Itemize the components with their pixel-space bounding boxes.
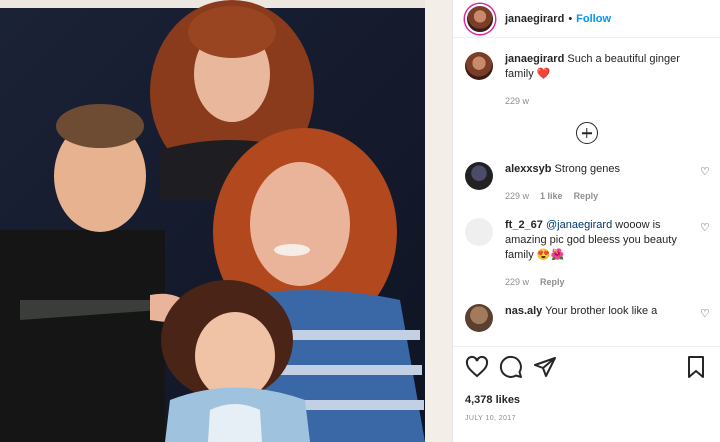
comment-username[interactable]: ft_2_67	[505, 219, 543, 231]
caption-avatar[interactable]	[465, 52, 493, 80]
like-count[interactable]: 4,378 likes	[465, 394, 520, 406]
author-avatar[interactable]	[465, 3, 495, 34]
caption-username[interactable]: janaegirard	[505, 53, 564, 65]
reply-button[interactable]: Reply	[574, 191, 599, 201]
heart-emoji: ❤️	[536, 68, 551, 80]
follow-button[interactable]: Follow	[576, 13, 611, 25]
post-date[interactable]: JULY 10, 2017	[465, 415, 516, 422]
comment-username[interactable]: nas.aly	[505, 305, 542, 317]
comment-item: alexxsyb Strong genes 229 w 1 like Reply…	[453, 162, 720, 201]
reply-button[interactable]: Reply	[540, 277, 565, 287]
comment-item: ft_2_67 @janaegirard wooow is amazing pi…	[453, 218, 720, 287]
share-icon[interactable]	[533, 355, 557, 379]
heart-icon[interactable]: ♡	[700, 166, 712, 178]
post-side-panel: janaegirard • Follow janaegirard Such a …	[452, 0, 720, 442]
heart-icon[interactable]: ♡	[700, 222, 712, 234]
comment-mention[interactable]: @janaegirard	[546, 219, 612, 231]
commenter-avatar[interactable]	[465, 218, 493, 246]
commenter-avatar[interactable]	[465, 304, 493, 332]
plus-circle-icon[interactable]	[575, 122, 598, 144]
comment-text: Strong genes	[554, 163, 620, 175]
comments-list[interactable]: janaegirard Such a beautiful ginger fami…	[453, 52, 720, 344]
commenter-avatar[interactable]	[465, 162, 493, 190]
caption-age[interactable]: 229 w	[505, 96, 529, 106]
comment-emoji: 😍🌺	[536, 249, 565, 261]
comment-icon[interactable]	[499, 355, 523, 379]
family-portrait-image	[0, 0, 452, 442]
header-separator: •	[568, 12, 573, 25]
post-header: janaegirard • Follow	[453, 0, 720, 38]
comment-like-count[interactable]: 1 like	[540, 191, 563, 201]
heart-icon[interactable]: ♡	[700, 308, 712, 320]
comment-age[interactable]: 229 w	[505, 277, 529, 287]
action-bar	[453, 346, 720, 386]
author-username[interactable]: janaegirard	[505, 13, 564, 25]
caption-row: janaegirard Such a beautiful ginger fami…	[453, 52, 720, 106]
comment-age[interactable]: 229 w	[505, 191, 529, 201]
heart-icon[interactable]	[465, 355, 489, 379]
caption-text: janaegirard Such a beautiful ginger fami…	[505, 52, 686, 82]
comment-username[interactable]: alexxsyb	[505, 163, 551, 175]
comment-item: nas.aly Your brother look like a ♡	[453, 304, 720, 332]
comment-text: Your brother look like a	[545, 305, 658, 317]
bookmark-icon[interactable]	[684, 355, 708, 379]
post-photo[interactable]	[0, 0, 452, 442]
